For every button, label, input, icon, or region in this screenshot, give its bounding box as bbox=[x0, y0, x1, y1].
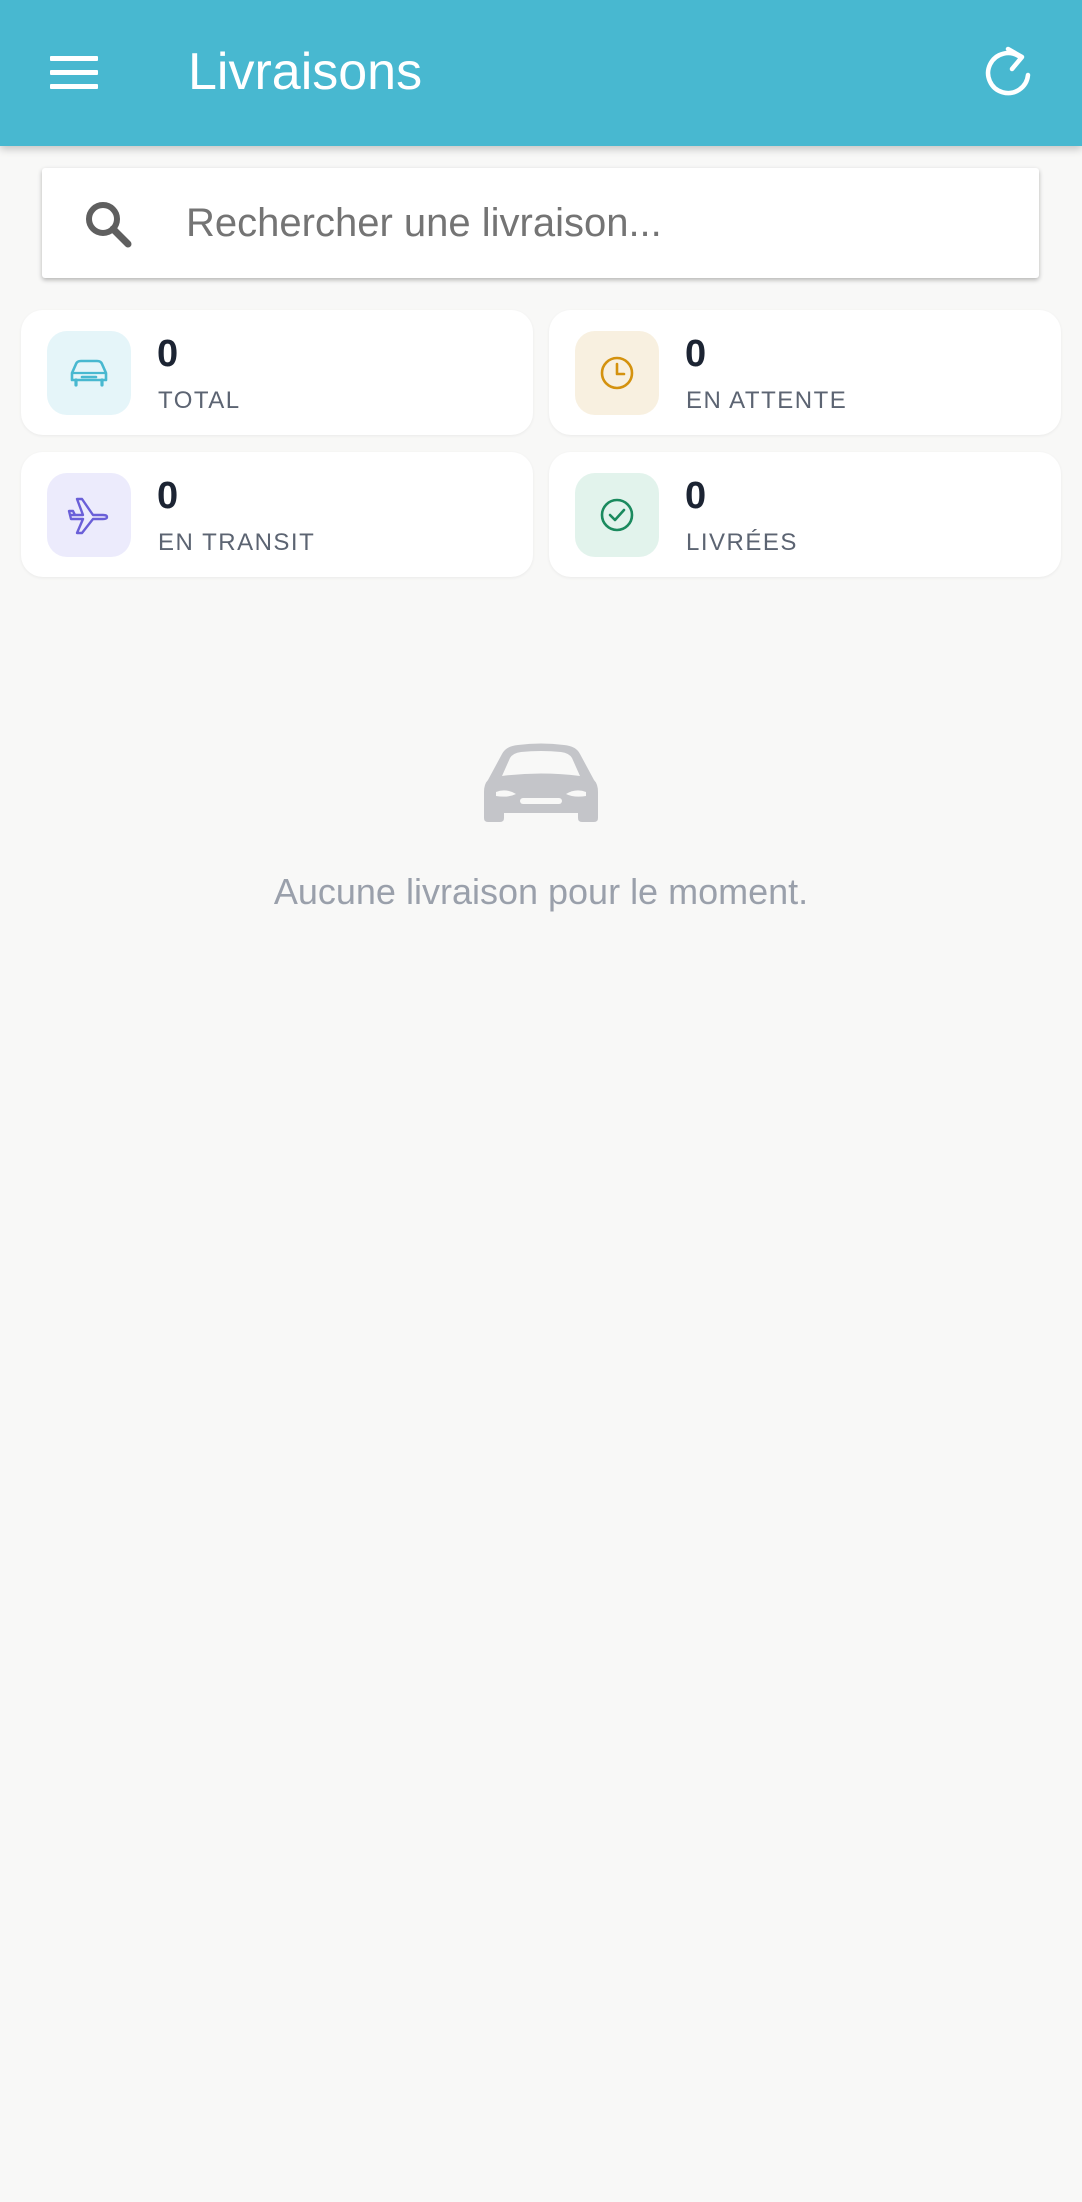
menu-button[interactable] bbox=[34, 36, 114, 110]
stat-badge bbox=[47, 331, 131, 415]
check-circle-icon bbox=[600, 498, 634, 532]
search-input[interactable] bbox=[186, 188, 1006, 258]
stat-count: 0 bbox=[157, 475, 179, 517]
clock-icon bbox=[600, 356, 634, 390]
search-bar bbox=[42, 168, 1039, 278]
stat-label: EN ATTENTE bbox=[686, 387, 848, 414]
menu-icon bbox=[50, 56, 98, 89]
car-icon bbox=[70, 359, 108, 387]
stat-label: LIVRÉES bbox=[686, 529, 798, 556]
stat-card-pending: 0 EN ATTENTE bbox=[549, 310, 1061, 435]
refresh-button[interactable] bbox=[968, 36, 1048, 110]
airplane-icon bbox=[67, 497, 109, 535]
empty-message: Aucune livraison pour le moment. bbox=[273, 871, 809, 912]
app-bar: Livraisons bbox=[0, 0, 1082, 146]
stat-badge bbox=[47, 473, 131, 557]
stat-badge bbox=[575, 331, 659, 415]
stat-label: EN TRANSIT bbox=[158, 529, 316, 556]
stat-label: TOTAL bbox=[158, 387, 241, 414]
stat-count: 0 bbox=[685, 333, 707, 375]
stat-card-delivered: 0 LIVRÉES bbox=[549, 452, 1061, 577]
empty-state: Aucune livraison pour le moment. bbox=[0, 740, 1082, 914]
stat-badge bbox=[575, 473, 659, 557]
stat-count: 0 bbox=[157, 333, 179, 375]
car-icon bbox=[484, 743, 598, 822]
search-icon bbox=[86, 202, 132, 248]
page-title: Livraisons bbox=[188, 43, 423, 101]
refresh-icon bbox=[985, 46, 1031, 96]
stat-card-in-transit: 0 EN TRANSIT bbox=[21, 452, 533, 577]
stat-count: 0 bbox=[685, 475, 707, 517]
stat-card-total: 0 TOTAL bbox=[21, 310, 533, 435]
